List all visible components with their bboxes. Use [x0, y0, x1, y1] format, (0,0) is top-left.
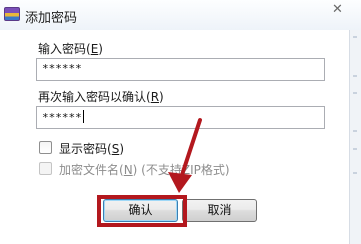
annotation-arrow-icon	[168, 118, 202, 193]
